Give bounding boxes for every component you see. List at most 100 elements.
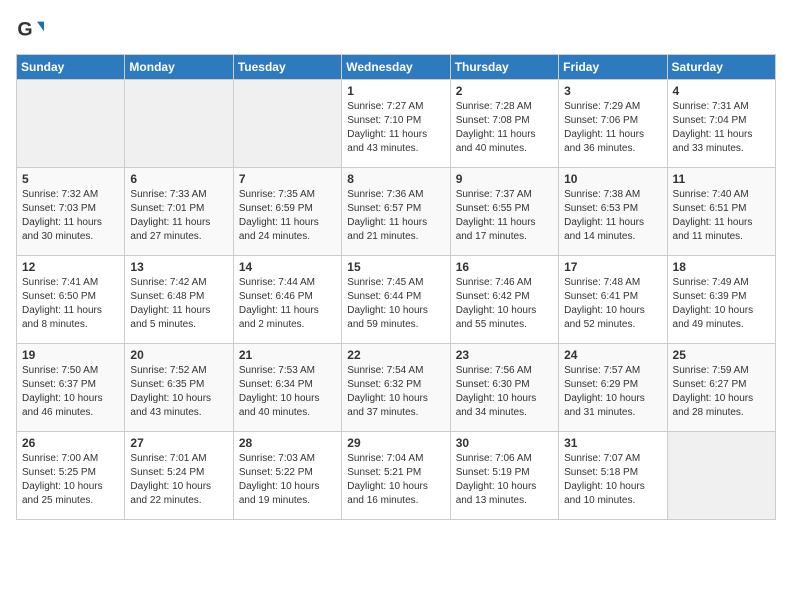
day-number: 22 [347, 348, 444, 362]
calendar-cell: 30 Sunrise: 7:06 AM Sunset: 5:19 PM Dayli… [450, 432, 558, 520]
day-of-week-header: Wednesday [342, 55, 450, 80]
day-info: Sunrise: 7:04 AM Sunset: 5:21 PM Dayligh… [347, 452, 444, 508]
calendar-cell: 13 Sunrise: 7:42 AM Sunset: 6:48 PM Dayli… [125, 256, 233, 344]
calendar-cell: 29 Sunrise: 7:04 AM Sunset: 5:21 PM Dayli… [342, 432, 450, 520]
day-number: 7 [239, 172, 336, 186]
day-info: Sunrise: 7:31 AM Sunset: 7:04 PM Dayligh… [673, 100, 770, 156]
day-info: Sunrise: 7:59 AM Sunset: 6:27 PM Dayligh… [673, 364, 770, 420]
day-info: Sunrise: 7:48 AM Sunset: 6:41 PM Dayligh… [564, 276, 661, 332]
day-info: Sunrise: 7:38 AM Sunset: 6:53 PM Dayligh… [564, 188, 661, 244]
day-number: 8 [347, 172, 444, 186]
calendar-cell: 2 Sunrise: 7:28 AM Sunset: 7:08 PM Daylig… [450, 80, 558, 168]
calendar-cell: 24Sunrise: 7:57 AM Sunset: 6:29 PM Dayli… [559, 344, 667, 432]
calendar-cell: 14 Sunrise: 7:44 AM Sunset: 6:46 PM Dayli… [233, 256, 341, 344]
day-number: 12 [22, 260, 119, 274]
day-info: Sunrise: 7:53 AM Sunset: 6:34 PM Dayligh… [239, 364, 336, 420]
calendar-cell: 17 Sunrise: 7:48 AM Sunset: 6:41 PM Dayli… [559, 256, 667, 344]
day-of-week-header: Sunday [17, 55, 125, 80]
calendar-cell: 20 Sunrise: 7:52 AM Sunset: 6:35 PM Dayli… [125, 344, 233, 432]
day-info: Sunrise: 7:44 AM Sunset: 6:46 PM Dayligh… [239, 276, 336, 332]
day-number: 14 [239, 260, 336, 274]
day-number: 28 [239, 436, 336, 450]
day-number: 11 [673, 172, 770, 186]
day-info: Sunrise: 7:28 AM Sunset: 7:08 PM Dayligh… [456, 100, 553, 156]
day-number: 20 [130, 348, 227, 362]
day-info: Sunrise: 7:41 AM Sunset: 6:50 PM Dayligh… [22, 276, 119, 332]
day-number: 25 [673, 348, 770, 362]
day-info: Sunrise: 7:06 AM Sunset: 5:19 PM Dayligh… [456, 452, 553, 508]
svg-text:G: G [17, 19, 32, 41]
calendar-cell: 8 Sunrise: 7:36 AM Sunset: 6:57 PM Daylig… [342, 168, 450, 256]
calendar-cell: 16 Sunrise: 7:46 AM Sunset: 6:42 PM Dayli… [450, 256, 558, 344]
day-info: Sunrise: 7:33 AM Sunset: 7:01 PM Dayligh… [130, 188, 227, 244]
calendar-week-row: 12 Sunrise: 7:41 AM Sunset: 6:50 PM Dayli… [17, 256, 776, 344]
day-number: 31 [564, 436, 661, 450]
day-number: 18 [673, 260, 770, 274]
day-info: Sunrise: 7:37 AM Sunset: 6:55 PM Dayligh… [456, 188, 553, 244]
day-number: 3 [564, 84, 661, 98]
calendar-week-row: 19 Sunrise: 7:50 AM Sunset: 6:37 PM Dayli… [17, 344, 776, 432]
calendar-cell: 26Sunrise: 7:00 AM Sunset: 5:25 PM Dayli… [17, 432, 125, 520]
day-info: Sunrise: 7:03 AM Sunset: 5:22 PM Dayligh… [239, 452, 336, 508]
calendar-cell: 28 Sunrise: 7:03 AM Sunset: 5:22 PM Dayli… [233, 432, 341, 520]
day-number: 15 [347, 260, 444, 274]
day-number: 29 [347, 436, 444, 450]
calendar-cell: 22 Sunrise: 7:54 AM Sunset: 6:32 PM Dayli… [342, 344, 450, 432]
calendar-cell: 4 Sunrise: 7:31 AM Sunset: 7:04 PM Daylig… [667, 80, 775, 168]
calendar-cell: 23Sunrise: 7:56 AM Sunset: 6:30 PM Dayli… [450, 344, 558, 432]
day-info: Sunrise: 7:52 AM Sunset: 6:35 PM Dayligh… [130, 364, 227, 420]
day-info: Sunrise: 7:35 AM Sunset: 6:59 PM Dayligh… [239, 188, 336, 244]
calendar-cell: 12 Sunrise: 7:41 AM Sunset: 6:50 PM Dayli… [17, 256, 125, 344]
day-number: 5 [22, 172, 119, 186]
day-number: 4 [673, 84, 770, 98]
calendar-cell: 21Sunrise: 7:53 AM Sunset: 6:34 PM Dayli… [233, 344, 341, 432]
day-info: Sunrise: 7:36 AM Sunset: 6:57 PM Dayligh… [347, 188, 444, 244]
day-info: Sunrise: 7:46 AM Sunset: 6:42 PM Dayligh… [456, 276, 553, 332]
day-number: 17 [564, 260, 661, 274]
day-of-week-header: Saturday [667, 55, 775, 80]
calendar-cell: 6Sunrise: 7:33 AM Sunset: 7:01 PM Daylig… [125, 168, 233, 256]
calendar-cell: 7 Sunrise: 7:35 AM Sunset: 6:59 PM Daylig… [233, 168, 341, 256]
calendar-cell: 31 Sunrise: 7:07 AM Sunset: 5:18 PM Dayli… [559, 432, 667, 520]
day-number: 24 [564, 348, 661, 362]
calendar-cell: 18 Sunrise: 7:49 AM Sunset: 6:39 PM Dayli… [667, 256, 775, 344]
day-of-week-header: Friday [559, 55, 667, 80]
calendar-cell [125, 80, 233, 168]
page-header: G [16, 16, 776, 44]
day-info: Sunrise: 7:42 AM Sunset: 6:48 PM Dayligh… [130, 276, 227, 332]
day-info: Sunrise: 7:27 AM Sunset: 7:10 PM Dayligh… [347, 100, 444, 156]
day-info: Sunrise: 7:07 AM Sunset: 5:18 PM Dayligh… [564, 452, 661, 508]
day-number: 2 [456, 84, 553, 98]
calendar-week-row: 5 Sunrise: 7:32 AM Sunset: 7:03 PM Daylig… [17, 168, 776, 256]
day-info: Sunrise: 7:32 AM Sunset: 7:03 PM Dayligh… [22, 188, 119, 244]
day-info: Sunrise: 7:00 AM Sunset: 5:25 PM Dayligh… [22, 452, 119, 508]
calendar-week-row: 26Sunrise: 7:00 AM Sunset: 5:25 PM Dayli… [17, 432, 776, 520]
calendar-cell: 25 Sunrise: 7:59 AM Sunset: 6:27 PM Dayli… [667, 344, 775, 432]
day-number: 30 [456, 436, 553, 450]
day-info: Sunrise: 7:29 AM Sunset: 7:06 PM Dayligh… [564, 100, 661, 156]
day-number: 9 [456, 172, 553, 186]
day-info: Sunrise: 7:45 AM Sunset: 6:44 PM Dayligh… [347, 276, 444, 332]
calendar-cell: 15 Sunrise: 7:45 AM Sunset: 6:44 PM Dayli… [342, 256, 450, 344]
day-info: Sunrise: 7:49 AM Sunset: 6:39 PM Dayligh… [673, 276, 770, 332]
logo-icon: G [16, 16, 44, 44]
day-of-week-header: Thursday [450, 55, 558, 80]
day-number: 27 [130, 436, 227, 450]
day-number: 16 [456, 260, 553, 274]
day-info: Sunrise: 7:54 AM Sunset: 6:32 PM Dayligh… [347, 364, 444, 420]
day-number: 13 [130, 260, 227, 274]
day-info: Sunrise: 7:40 AM Sunset: 6:51 PM Dayligh… [673, 188, 770, 244]
calendar-cell: 9 Sunrise: 7:37 AM Sunset: 6:55 PM Daylig… [450, 168, 558, 256]
calendar-cell [667, 432, 775, 520]
day-info: Sunrise: 7:56 AM Sunset: 6:30 PM Dayligh… [456, 364, 553, 420]
calendar-week-row: 1Sunrise: 7:27 AM Sunset: 7:10 PM Daylig… [17, 80, 776, 168]
calendar-table: SundayMondayTuesdayWednesdayThursdayFrid… [16, 54, 776, 520]
calendar-cell [233, 80, 341, 168]
calendar-cell: 19 Sunrise: 7:50 AM Sunset: 6:37 PM Dayli… [17, 344, 125, 432]
day-info: Sunrise: 7:50 AM Sunset: 6:37 PM Dayligh… [22, 364, 119, 420]
calendar-cell: 10Sunrise: 7:38 AM Sunset: 6:53 PM Dayli… [559, 168, 667, 256]
day-info: Sunrise: 7:01 AM Sunset: 5:24 PM Dayligh… [130, 452, 227, 508]
calendar-cell: 11 Sunrise: 7:40 AM Sunset: 6:51 PM Dayli… [667, 168, 775, 256]
logo: G [16, 16, 48, 44]
day-number: 19 [22, 348, 119, 362]
